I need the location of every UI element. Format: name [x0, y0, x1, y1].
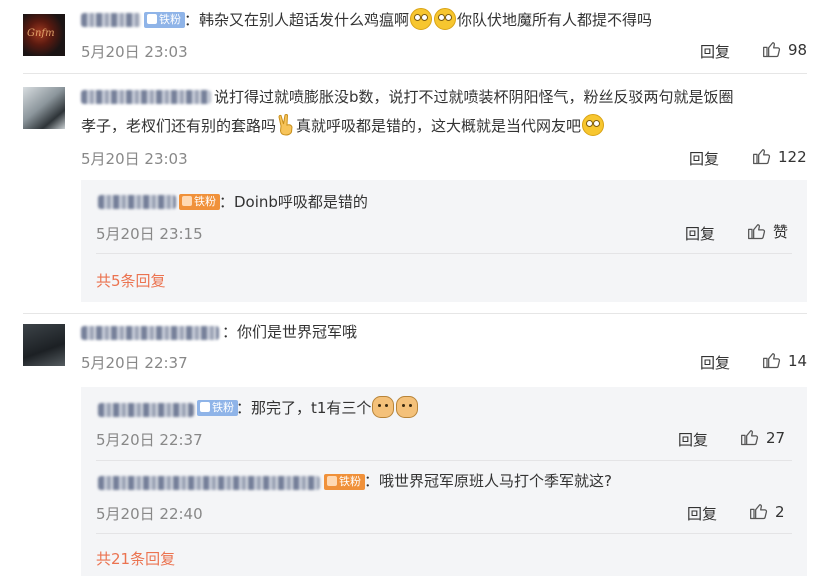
fan-badge: 铁粉: [144, 12, 185, 28]
sub-reply-text: ：哦世界冠军原班人马打个季军就这?: [364, 472, 612, 490]
username-blurred[interactable]: [81, 90, 211, 104]
timestamp: 5月20日 22:40: [96, 505, 203, 523]
divider: [23, 73, 807, 74]
timestamp: 5月20日 23:15: [96, 225, 203, 243]
reply-button[interactable]: 回复: [700, 352, 730, 373]
thumbs-up-icon: [741, 430, 759, 446]
like-count: 98: [788, 41, 808, 59]
surprised-face-emoji: [582, 114, 605, 136]
like-button[interactable]: 赞: [747, 221, 788, 242]
fan-badge: 铁粉: [197, 400, 238, 416]
reply-button[interactable]: 回复: [687, 503, 717, 524]
avatar[interactable]: [23, 324, 65, 366]
thumbs-up-icon: [763, 42, 781, 58]
like-button[interactable]: 27: [740, 427, 785, 447]
like-button[interactable]: 122: [752, 146, 807, 166]
divider: [96, 533, 792, 534]
username-blurred[interactable]: [81, 13, 141, 27]
fan-badge: 铁粉: [324, 474, 365, 490]
username-blurred[interactable]: [81, 326, 219, 340]
timestamp: 5月20日 23:03: [81, 43, 188, 61]
thumbs-up-icon: [753, 149, 771, 165]
surprised-face-emoji: [434, 8, 457, 30]
divider: [96, 460, 792, 461]
username-blurred[interactable]: [98, 195, 176, 209]
thumbs-up-icon: [748, 224, 766, 240]
reply-button[interactable]: 回复: [685, 223, 715, 244]
comment-text: ：你们是世界冠军哦: [222, 323, 358, 341]
thumbs-up-icon: [763, 353, 781, 369]
reply-button[interactable]: 回复: [678, 429, 708, 450]
reply-button[interactable]: 回复: [689, 148, 719, 169]
timestamp: 5月20日 22:37: [81, 354, 188, 372]
more-replies-link[interactable]: 共5条回复: [96, 270, 166, 291]
comment-text-line2: 孝子，老杈们还有别的套路吗 真就呼吸都是错的，这大概就是当代网友吧: [81, 114, 605, 138]
like-button[interactable]: 14: [762, 350, 807, 370]
dog-face-emoji: [372, 396, 395, 418]
more-replies-link[interactable]: 共21条回复: [96, 548, 175, 569]
surprised-face-emoji: [410, 8, 433, 30]
avatar[interactable]: [23, 87, 65, 129]
divider: [96, 253, 792, 254]
username-blurred[interactable]: [98, 403, 194, 417]
like-count: 赞: [773, 223, 789, 241]
reply-button[interactable]: 回复: [700, 41, 730, 62]
sub-reply-text: ：那完了，t1有三个: [236, 396, 419, 420]
comment-text-line1: 说打得过就喷膨胀没b数，说打不过就喷装杯阴阳怪气，粉丝反驳两句就是饭圈: [214, 88, 734, 106]
dog-face-emoji: [396, 396, 419, 418]
like-button[interactable]: 98: [762, 39, 807, 59]
sub-reply-text: ：Doinb呼吸都是错的: [219, 193, 368, 211]
timestamp: 5月20日 22:37: [96, 431, 203, 449]
peace-hand-emoji: [278, 114, 293, 136]
timestamp: 5月20日 23:03: [81, 150, 188, 168]
like-count: 14: [788, 352, 808, 370]
divider: [23, 313, 807, 314]
like-button[interactable]: 2: [749, 501, 785, 521]
fan-badge: 铁粉: [179, 194, 220, 210]
username-blurred[interactable]: [98, 476, 320, 490]
avatar[interactable]: Gnfm: [23, 14, 65, 56]
like-count: 2: [775, 503, 785, 521]
like-count: 122: [778, 148, 807, 166]
comment-text: ：韩杂又在别人超话发什么鸡瘟啊 你队伏地魔所有人都提不得吗: [184, 8, 652, 32]
like-count: 27: [766, 429, 786, 447]
thumbs-up-icon: [750, 504, 768, 520]
